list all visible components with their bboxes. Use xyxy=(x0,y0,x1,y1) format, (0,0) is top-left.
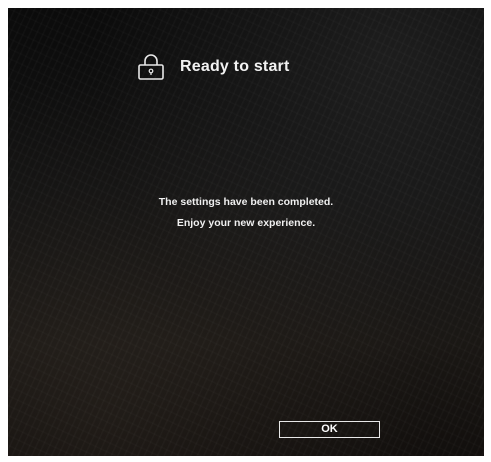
page-title: Ready to start xyxy=(180,58,290,75)
message-line-1: The settings have been completed. xyxy=(158,196,334,208)
ok-button[interactable]: OK xyxy=(279,421,380,438)
message-line-2: Enjoy your new experience. xyxy=(176,217,316,229)
setup-complete-screen: Ready to start The settings have been co… xyxy=(8,8,484,456)
dialog-header: Ready to start xyxy=(136,52,290,82)
lock-icon xyxy=(136,52,166,82)
completion-message: The settings have been completed. Enjoy … xyxy=(8,192,484,234)
